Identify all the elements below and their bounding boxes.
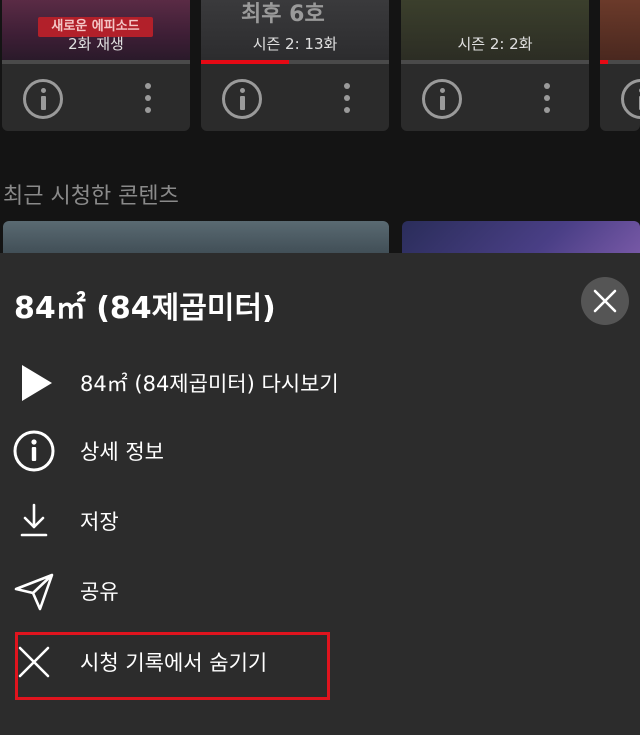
info-icon[interactable] [422,79,462,119]
card-episode-caption: 시즌 2: 13화 [252,35,338,53]
info-icon[interactable] [23,79,63,119]
menu-item-label: 상세 정보 [80,440,164,464]
download-item[interactable]: 저장 [0,489,640,549]
card-episode-caption: 시즌 2: 2화 [457,35,533,53]
recently-watched-title: 최근 시청한 콘텐츠 [3,184,179,209]
progress-bar [600,60,640,64]
play-again-item[interactable]: 84㎡ (84제곱미터) 다시보기 [0,351,640,411]
progress-bar [2,60,190,64]
card-episode-caption: 2화 재생 [68,35,124,53]
card-thumbnail[interactable] [600,0,640,60]
menu-item-label: 저장 [80,510,119,534]
progress-bar [401,60,589,64]
close-icon [593,289,617,313]
progress-fill [600,60,608,64]
more-options-icon[interactable] [143,83,153,115]
hide-from-history-item[interactable]: 시청 기록에서 숨기기 [0,630,640,690]
card-title-art: 최후 6호 [241,2,325,27]
share-item[interactable]: 공유 [0,559,640,619]
close-button[interactable] [581,277,629,325]
play-icon [22,365,52,401]
menu-item-label: 공유 [80,580,119,604]
more-options-icon[interactable] [342,83,352,115]
info-icon[interactable] [222,79,262,119]
continue-watching-card[interactable]: 시즌 2: 2화 [401,0,589,131]
info-icon[interactable] [621,79,640,119]
options-bottom-sheet: 84㎡ (84제곱미터) 84㎡ (84제곱미터) 다시보기 상세 정보 저장 … [0,253,640,735]
screen: 새로운 에피소드 2화 재생 최후 6호 시즌 2: 13화 시즌 2: 2화 [0,0,640,735]
info-icon [13,430,55,472]
close-x-icon [18,646,50,678]
menu-item-label: 84㎡ (84제곱미터) 다시보기 [80,372,339,396]
more-options-icon[interactable] [542,83,552,115]
continue-watching-card[interactable] [600,0,640,131]
continue-watching-card[interactable]: 새로운 에피소드 2화 재생 [2,0,190,131]
progress-fill [201,60,290,64]
progress-bar [201,60,389,64]
details-item[interactable]: 상세 정보 [0,419,640,479]
download-icon [20,503,48,537]
menu-item-label: 시청 기록에서 숨기기 [80,651,268,675]
continue-watching-card[interactable]: 최후 6호 시즌 2: 13화 [201,0,389,131]
sheet-title: 84㎡ (84제곱미터) [14,291,276,326]
share-icon [14,573,54,611]
